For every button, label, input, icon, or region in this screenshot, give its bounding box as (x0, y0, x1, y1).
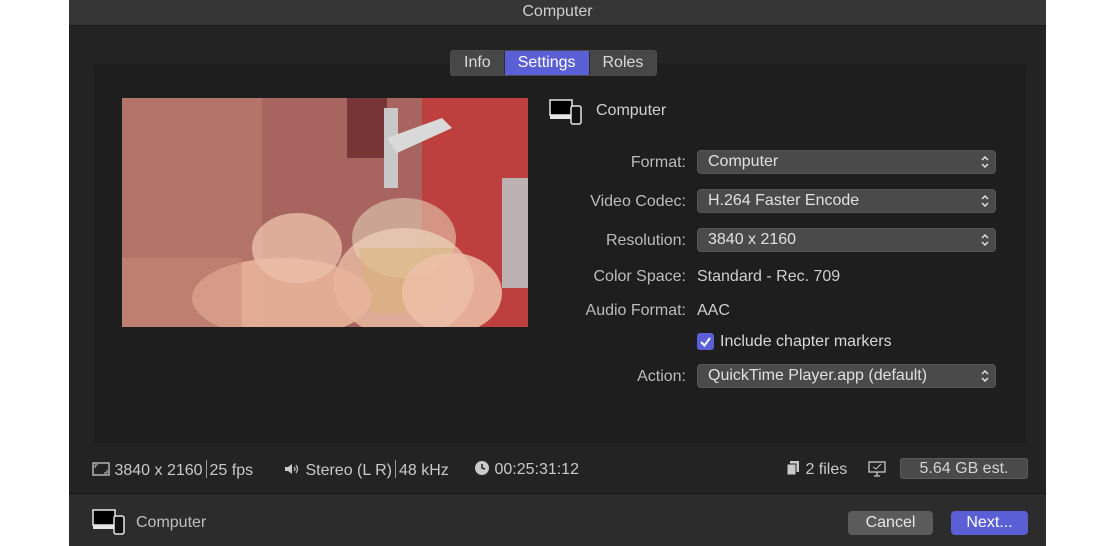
video-codec-value: H.264 Faster Encode (708, 192, 860, 209)
resolution-popup[interactable]: 3840 x 2160 (697, 228, 996, 252)
chapter-markers-label[interactable]: Include chapter markers (720, 333, 892, 351)
video-preview-thumbnail (122, 98, 528, 327)
video-codec-popup[interactable]: H.264 Faster Encode (697, 189, 996, 213)
status-audio: Stereo (L R) (305, 462, 392, 479)
status-video-info: 3840 x 2160 25 fps (92, 460, 253, 480)
separator (395, 460, 396, 478)
tab-bar: Info Settings Roles (450, 50, 658, 76)
footer-bar: Computer Cancel Next... (69, 493, 1046, 546)
tab-info[interactable]: Info (451, 51, 504, 75)
status-files: 2 files (805, 461, 848, 478)
status-duration: 00:25:31:12 (494, 461, 579, 478)
status-fps: 25 fps (209, 462, 254, 479)
status-sample-rate: 48 kHz (399, 462, 449, 479)
chevron-updown-icon (981, 233, 989, 247)
video-codec-label: Video Codec: (590, 193, 686, 210)
next-button[interactable]: Next... (951, 511, 1028, 535)
checkmark-icon (700, 337, 711, 348)
destination-name: Computer (596, 102, 667, 119)
color-space-value: Standard - Rec. 709 (697, 268, 841, 285)
preview-image (122, 98, 528, 327)
audio-format-value: AAC (697, 302, 730, 319)
tab-roles[interactable]: Roles (588, 51, 657, 75)
chevron-updown-icon (981, 369, 989, 383)
cancel-button[interactable]: Cancel (848, 511, 933, 535)
chevron-updown-icon (981, 155, 989, 169)
action-popup[interactable]: QuickTime Player.app (default) (697, 364, 996, 388)
computer-device-icon (549, 99, 582, 125)
color-space-label: Color Space: (593, 268, 687, 285)
speaker-icon (285, 464, 299, 474)
chevron-updown-icon (981, 194, 989, 208)
action-label: Action: (637, 368, 686, 385)
chapter-markers-checkbox[interactable] (697, 333, 714, 350)
share-dialog: Computer Info Settings Roles Computer Fo… (69, 0, 1046, 546)
footer-destination-name: Computer (136, 514, 207, 531)
audio-format-label: Audio Format: (585, 302, 686, 319)
resolution-label: Resolution: (605, 232, 686, 249)
status-files-info: 2 files (785, 460, 847, 479)
status-resolution: 3840 x 2160 (114, 462, 203, 479)
separator (205, 460, 207, 478)
window-title: Computer (69, 0, 1046, 26)
format-popup[interactable]: Computer (697, 150, 996, 174)
status-duration-info: 00:25:31:12 (474, 460, 579, 479)
resolution-value: 3840 x 2160 (708, 231, 797, 248)
monitor-icon[interactable] (867, 461, 887, 477)
frame-size-icon (92, 462, 110, 476)
tab-settings[interactable]: Settings (503, 51, 589, 75)
action-value: QuickTime Player.app (default) (708, 367, 928, 384)
clock-icon (475, 461, 489, 475)
computer-device-icon (92, 509, 125, 535)
status-audio-info: Stereo (L R) 48 kHz (283, 460, 449, 480)
format-label: Format: (630, 154, 686, 171)
estimated-size-badge: 5.64 GB est. (900, 458, 1028, 479)
files-icon (786, 461, 799, 476)
format-value: Computer (708, 153, 779, 170)
